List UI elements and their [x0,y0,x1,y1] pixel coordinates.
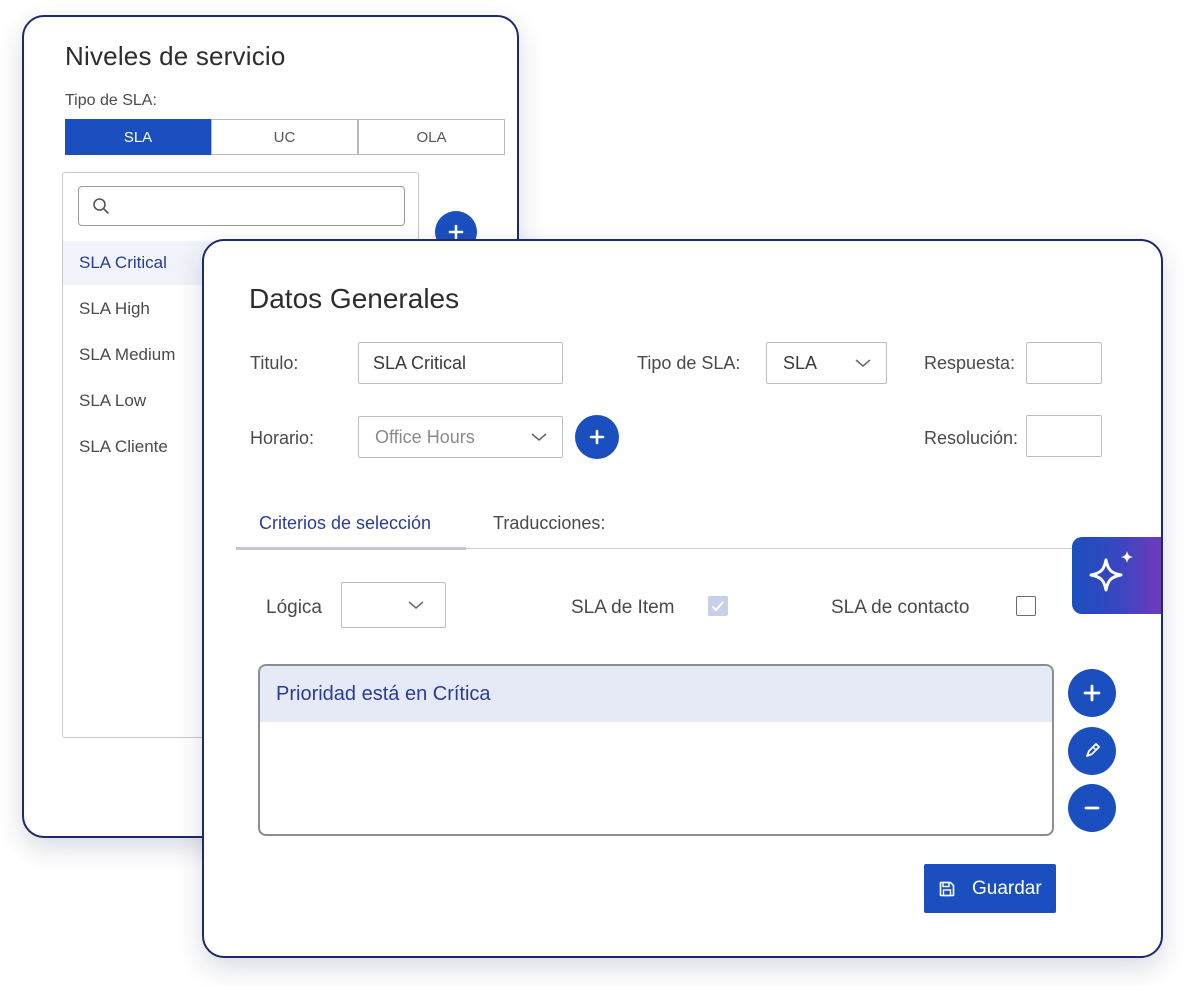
logica-select[interactable] [341,582,446,628]
ai-assistant-button[interactable] [1072,537,1161,614]
sla-contacto-label: SLA de contacto [831,597,970,618]
service-levels-title: Niveles de servicio [65,41,286,71]
segment-uc[interactable]: UC [211,119,358,155]
chevron-down-icon [408,601,424,609]
add-criteria-button[interactable] [1068,669,1116,717]
minus-icon [1084,806,1100,810]
resolucion-field[interactable] [1026,415,1102,457]
checkmark-icon [711,601,724,612]
criteria-row[interactable]: Prioridad está en Crítica [260,666,1052,722]
general-data-panel: Datos Generales Titulo: SLA Critical Tip… [202,239,1163,958]
titulo-label: Titulo: [250,353,299,373]
floppy-disk-icon [939,881,955,896]
search-icon [93,198,109,214]
sparkle-icon [1089,551,1133,592]
logica-label: Lógica [266,597,322,618]
titulo-field[interactable]: SLA Critical [358,342,563,384]
search-input[interactable] [78,186,405,226]
horario-value: Office Hours [375,426,475,447]
remove-criteria-button[interactable] [1068,784,1116,832]
segment-ola[interactable]: OLA [358,119,505,155]
chevron-down-icon [531,433,547,441]
add-horario-button[interactable] [575,415,619,459]
tipo-sla-select[interactable]: SLA [766,342,887,384]
sla-item-label: SLA de Item [571,597,675,618]
respuesta-field[interactable] [1026,342,1102,384]
save-button[interactable]: Guardar [924,864,1056,913]
tab-criterios[interactable]: Criterios de selección [259,513,431,534]
tipo-sla-value: SLA [783,352,818,373]
horario-label: Horario: [250,428,315,448]
horario-select[interactable]: Office Hours [358,416,563,458]
tab-active-indicator [236,547,466,550]
plus-icon [448,224,464,240]
save-label: Guardar [972,877,1042,899]
edit-criteria-button[interactable] [1068,727,1116,775]
criteria-list: Prioridad está en Crítica [258,664,1054,836]
resolucion-label: Resolución: [924,428,1019,448]
tab-traducciones[interactable]: Traducciones: [493,513,605,534]
pencil-icon [1086,743,1100,757]
sla-item-checkbox[interactable] [708,596,728,616]
respuesta-label: Respuesta: [924,353,1016,373]
plus-icon [1083,684,1101,702]
plus-icon [589,429,605,445]
general-data-title: Datos Generales [249,283,460,314]
titulo-value: SLA Critical [373,352,467,373]
segment-sla[interactable]: SLA [65,119,211,155]
sla-contacto-checkbox[interactable] [1016,596,1036,616]
chevron-down-icon [855,359,871,367]
tipo-sla-label: Tipo de SLA: [637,353,741,373]
sla-type-label: Tipo de SLA: [65,92,157,109]
